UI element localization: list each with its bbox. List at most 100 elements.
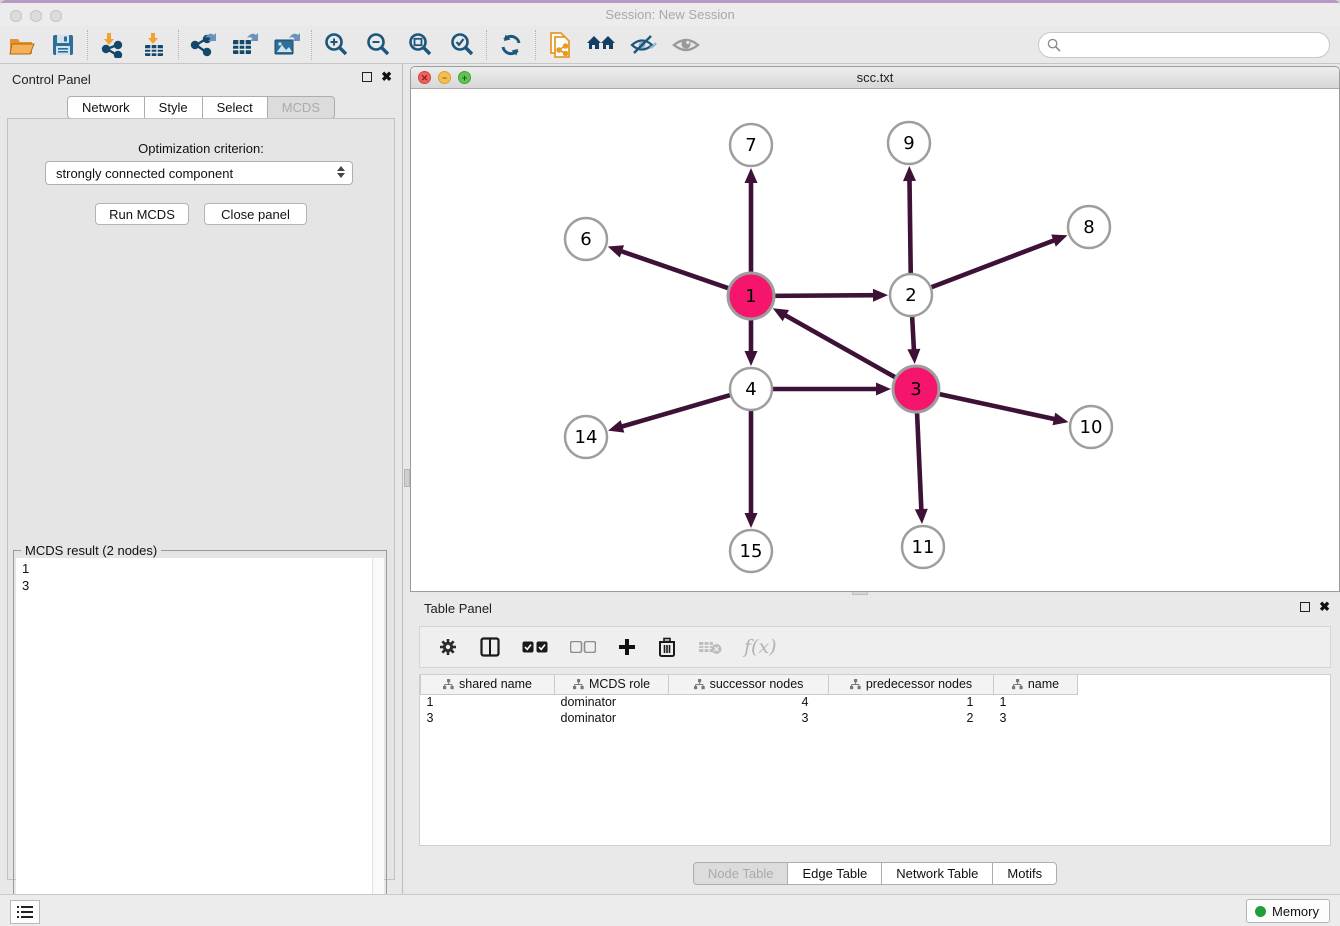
- zoom-out-button[interactable]: [357, 28, 399, 62]
- refresh-button[interactable]: [490, 28, 532, 62]
- column-header-successor-nodes[interactable]: successor nodes: [669, 675, 829, 694]
- add-column-icon[interactable]: [618, 638, 636, 656]
- table-cell[interactable]: 1: [829, 694, 994, 710]
- graph-edge-2-8[interactable]: [929, 240, 1056, 288]
- table-cell[interactable]: 3: [669, 710, 829, 726]
- graph-node-7[interactable]: 7: [730, 124, 772, 166]
- graph-edge-arrowhead: [608, 245, 624, 257]
- column-header-predecessor-nodes[interactable]: predecessor nodes: [829, 675, 994, 694]
- column-layout-icon[interactable]: [480, 637, 500, 657]
- zoom-in-button[interactable]: [315, 28, 357, 62]
- table-cell[interactable]: dominator: [555, 694, 669, 710]
- table-cell[interactable]: 1: [421, 694, 555, 710]
- export-image-button[interactable]: [266, 28, 308, 62]
- graph-edge-1-2[interactable]: [772, 295, 875, 296]
- open-session-button[interactable]: [0, 28, 42, 62]
- show-all-icon: [672, 35, 700, 55]
- table-cell[interactable]: 3: [421, 710, 555, 726]
- tab-mcds[interactable]: MCDS: [268, 96, 335, 119]
- table-cell[interactable]: 1: [994, 694, 1078, 710]
- export-image-icon: [273, 32, 301, 58]
- graph-edge-3-1[interactable]: [784, 315, 898, 379]
- float-table-panel-icon[interactable]: [1300, 602, 1310, 612]
- table-cell[interactable]: dominator: [555, 710, 669, 726]
- column-type-icon: [573, 679, 584, 690]
- graph-edge-3-11[interactable]: [917, 410, 921, 511]
- graph-node-3[interactable]: 3: [893, 366, 939, 412]
- column-header-name[interactable]: name: [994, 675, 1078, 694]
- graph-node-8[interactable]: 8: [1068, 206, 1110, 248]
- tab-select[interactable]: Select: [203, 96, 268, 119]
- vertical-splitter[interactable]: [402, 64, 410, 894]
- graph-edge-4-14[interactable]: [621, 394, 733, 427]
- graph-node-4[interactable]: 4: [730, 368, 772, 410]
- graph-edge-1-6[interactable]: [620, 251, 731, 289]
- graph-node-label: 15: [740, 541, 763, 562]
- memory-button[interactable]: Memory: [1246, 899, 1330, 923]
- task-history-button[interactable]: [10, 900, 40, 924]
- zoom-selected-icon: [449, 32, 475, 58]
- run-mcds-button[interactable]: Run MCDS: [95, 203, 189, 225]
- close-panel-icon[interactable]: ✖: [381, 71, 392, 83]
- tab-style[interactable]: Style: [145, 96, 203, 119]
- mcds-result-list[interactable]: 13: [16, 558, 372, 925]
- graph-node-2[interactable]: 2: [890, 274, 932, 316]
- graph-node-1[interactable]: 1: [728, 273, 774, 319]
- window-titlebar[interactable]: Session: New Session: [0, 3, 1340, 26]
- delete-column-icon[interactable]: [658, 637, 676, 657]
- search-icon: [1047, 38, 1061, 52]
- export-table-icon: [231, 32, 259, 58]
- zoom-fit-button[interactable]: [399, 28, 441, 62]
- zoom-in-icon: [323, 32, 349, 58]
- control-panel-header: Control Panel ✖: [0, 64, 402, 94]
- graph-node-9[interactable]: 9: [888, 122, 930, 164]
- table-row[interactable]: 3dominator323: [421, 710, 1078, 726]
- tab-network-table[interactable]: Network Table: [882, 862, 993, 885]
- zoom-selected-button[interactable]: [441, 28, 483, 62]
- export-table-button[interactable]: [224, 28, 266, 62]
- graph-node-11[interactable]: 11: [902, 526, 944, 568]
- hide-selected-button[interactable]: [623, 28, 665, 62]
- search-field-wrap: [1038, 32, 1330, 58]
- graph-node-6[interactable]: 6: [565, 218, 607, 260]
- graph-edge-2-3[interactable]: [912, 314, 914, 351]
- close-panel-button[interactable]: Close panel: [204, 203, 307, 225]
- result-scrollbar[interactable]: [372, 558, 384, 925]
- settings-gear-icon[interactable]: [438, 637, 458, 657]
- graph-edge-3-10[interactable]: [937, 393, 1056, 419]
- first-neighbors-button[interactable]: [581, 28, 623, 62]
- criterion-select[interactable]: strongly connected component: [45, 161, 353, 185]
- network-graph[interactable]: 7 9 6 8 1 2 4 3 14 10 15 11: [411, 89, 1339, 591]
- select-all-columns-icon[interactable]: [522, 641, 548, 653]
- network-window-titlebar[interactable]: ✕ − + scc.txt: [411, 67, 1339, 89]
- status-bar: Memory: [0, 894, 1340, 926]
- tab-motifs[interactable]: Motifs: [993, 862, 1057, 885]
- float-panel-icon[interactable]: [362, 72, 372, 82]
- table-cell[interactable]: 2: [829, 710, 994, 726]
- tab-edge-table[interactable]: Edge Table: [788, 862, 882, 885]
- import-network-button[interactable]: [91, 28, 133, 62]
- table-row[interactable]: 1dominator411: [421, 694, 1078, 710]
- import-table-button[interactable]: [133, 28, 175, 62]
- search-input[interactable]: [1038, 32, 1330, 58]
- table-cell[interactable]: 3: [994, 710, 1078, 726]
- refresh-icon: [498, 32, 524, 58]
- clone-network-button[interactable]: [539, 28, 581, 62]
- graph-edge-2-9[interactable]: [909, 179, 910, 276]
- graph-node-14[interactable]: 14: [565, 416, 607, 458]
- column-header-shared-name[interactable]: shared name: [421, 675, 555, 694]
- column-header-MCDS-role[interactable]: MCDS role: [555, 675, 669, 694]
- close-table-panel-icon[interactable]: ✖: [1319, 601, 1330, 613]
- save-session-button[interactable]: [42, 28, 84, 62]
- column-type-icon: [443, 679, 454, 690]
- graph-node-15[interactable]: 15: [730, 530, 772, 572]
- network-view-window: ✕ − + scc.txt 7 9 6 8 1 2 4 3 14 10 15 11: [410, 66, 1340, 592]
- tab-node-table[interactable]: Node Table: [693, 862, 789, 885]
- control-panel-title: Control Panel: [12, 72, 91, 87]
- tab-network[interactable]: Network: [67, 96, 145, 119]
- unselect-all-columns-icon[interactable]: [570, 641, 596, 653]
- table-cell[interactable]: 4: [669, 694, 829, 710]
- show-all-button[interactable]: [665, 28, 707, 62]
- graph-node-10[interactable]: 10: [1070, 406, 1112, 448]
- export-network-button[interactable]: [182, 28, 224, 62]
